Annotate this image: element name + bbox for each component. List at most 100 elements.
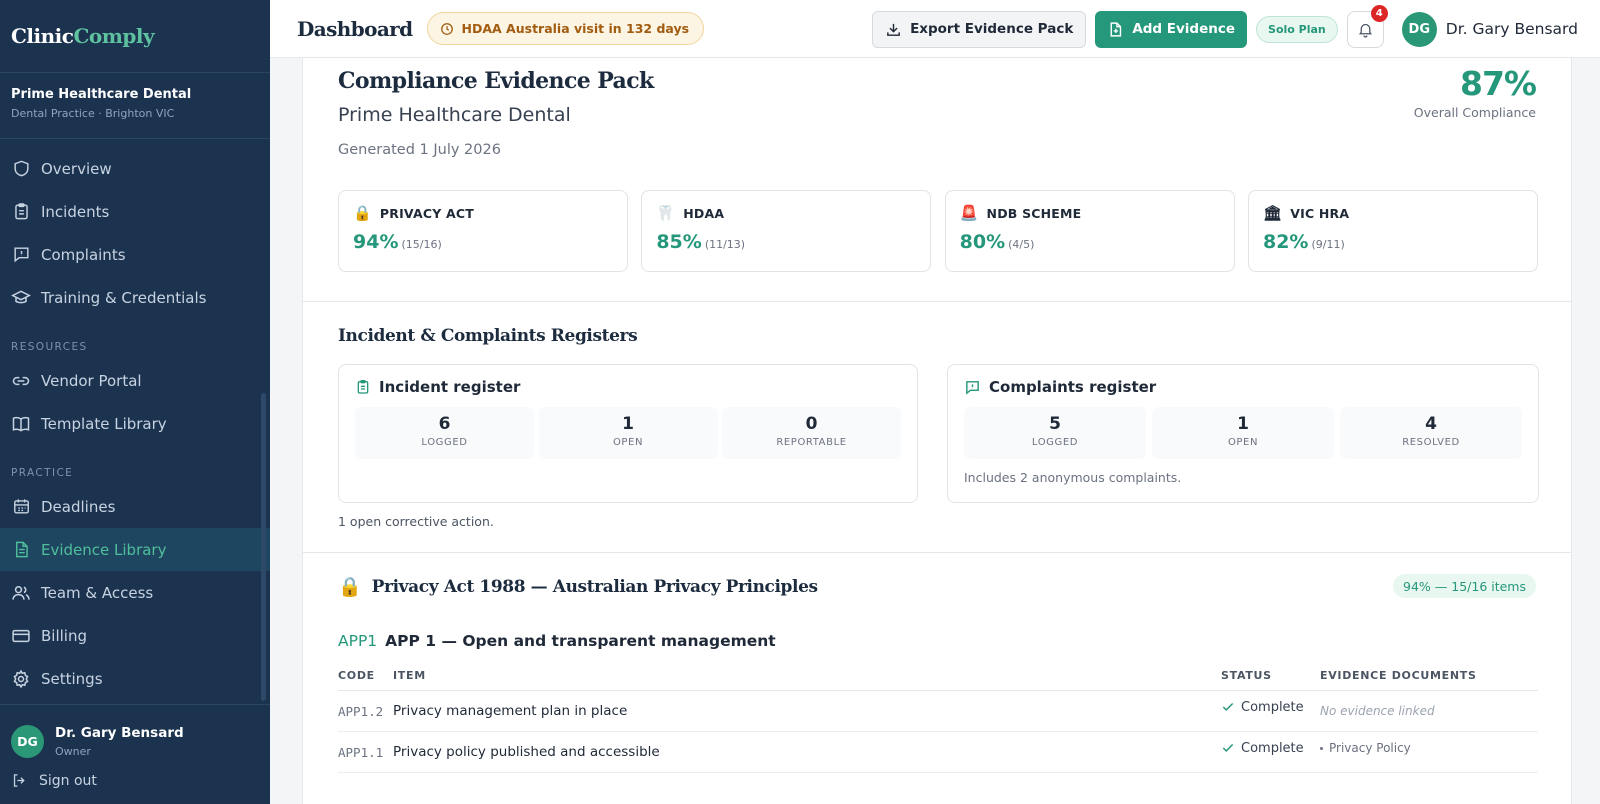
brand-part-1: Clinic (11, 24, 74, 48)
stat-label: OPEN (1227, 437, 1259, 448)
framework-card-hdaa[interactable]: 🦷 HDAA 85% (11/13) (641, 190, 932, 272)
clock-icon (440, 22, 454, 36)
row-evidence-documents: Privacy Policy (1320, 741, 1538, 755)
visit-countdown-badge[interactable]: HDAA Australia visit in 132 days (426, 12, 705, 45)
export-label: Export Evidence Pack (910, 21, 1074, 37)
stat-open: 1 OPEN (538, 407, 718, 459)
page-title: Dashboard (297, 16, 413, 41)
evidence-document-link[interactable]: Privacy Policy (1329, 741, 1411, 755)
plan-badge[interactable]: Solo Plan (1256, 15, 1338, 43)
calendar-icon (11, 497, 31, 517)
graduation-cap-icon (11, 288, 31, 308)
sidebar-scrollbar[interactable] (261, 393, 266, 701)
sidebar-item-label: Deadlines (41, 497, 116, 516)
sidebar-item-evidence-library[interactable]: Evidence Library (0, 528, 270, 571)
framework-name: VIC HRA (1290, 205, 1350, 221)
stat-value: 6 (438, 414, 451, 434)
sidebar-item-label: Incidents (41, 202, 110, 221)
app-group-heading: APP1 APP 1 — Open and transparent manage… (338, 632, 776, 650)
stat-logged: 5 LOGGED (964, 407, 1146, 459)
table-row[interactable]: APP1.2 Privacy management plan in place … (338, 691, 1538, 732)
tooth-icon: 🦷 (656, 204, 676, 222)
stat-label: RESOLVED (1402, 437, 1460, 448)
lock-icon: 🔒 (338, 576, 362, 598)
top-user-menu[interactable]: DG Dr. Gary Bensard (1401, 11, 1578, 47)
sidebar-item-training[interactable]: Training & Credentials (0, 276, 270, 319)
brand-part-2: Comply (73, 24, 155, 48)
sidebar-item-settings[interactable]: Settings (0, 657, 270, 700)
bell-icon (1357, 21, 1374, 38)
column-header-evidence: EVIDENCE DOCUMENTS (1320, 669, 1477, 682)
stat-value: 0 (805, 414, 818, 434)
avatar: DG (1401, 11, 1437, 47)
sidebar-item-team-access[interactable]: Team & Access (0, 571, 270, 614)
sidebar-item-incidents[interactable]: Incidents (0, 190, 270, 233)
user-name: Dr. Gary Bensard (55, 725, 184, 741)
sidebar-item-label: Complaints (41, 245, 126, 264)
sidebar-item-label: Billing (41, 626, 87, 645)
stat-resolved: 4 RESOLVED (1340, 407, 1522, 459)
practice-switcher[interactable]: Prime Healthcare Dental Dental Practice … (0, 73, 270, 139)
complaints-register-title: Complaints register (989, 378, 1157, 396)
stat-value: 1 (1237, 414, 1249, 434)
sidebar-item-label: Evidence Library (41, 540, 167, 559)
sidebar-item-billing[interactable]: Billing (0, 614, 270, 657)
privacy-score-badge: 94% — 15/16 items (1393, 574, 1536, 598)
brand-logo[interactable]: ClinicComply (0, 0, 270, 73)
sidebar-item-template-library[interactable]: Template Library (0, 402, 270, 445)
stat-label: LOGGED (1031, 437, 1079, 448)
corrective-action-note: 1 open corrective action. (338, 514, 494, 529)
incident-register-title: Incident register (379, 378, 521, 396)
privacy-act-section: 🔒 Privacy Act 1988 — Australian Privacy … (303, 553, 1571, 804)
stat-label: OPEN (612, 437, 644, 448)
overall-compliance: 87% Overall Compliance (1414, 64, 1537, 120)
framework-name: HDAA (683, 205, 725, 221)
registers-section: Incident & Complaints Registers Incident… (303, 302, 1571, 553)
user-profile[interactable]: DG Dr. Gary Bensard Owner (0, 705, 270, 758)
sidebar-user: DG Dr. Gary Bensard Owner Sign out (0, 704, 270, 804)
sidebar-item-label: Settings (41, 669, 103, 688)
sidebar-item-complaints[interactable]: Complaints (0, 233, 270, 276)
privacy-section-title: Privacy Act 1988 — Australian Privacy Pr… (371, 576, 818, 597)
row-status: Complete (1221, 700, 1320, 715)
lock-icon: 🔒 (353, 204, 372, 222)
sign-out-button[interactable]: Sign out (0, 758, 270, 789)
framework-fraction: (9/11) (1311, 238, 1345, 251)
framework-fraction: (4/5) (1008, 238, 1035, 251)
download-icon (885, 21, 902, 38)
framework-card-privacy-act[interactable]: 🔒 PRIVACY ACT 94% (15/16) (338, 190, 628, 272)
sidebar-item-deadlines[interactable]: Deadlines (0, 485, 270, 528)
clipboard-icon (355, 379, 371, 395)
notifications-button[interactable]: 4 (1346, 4, 1388, 48)
framework-card-vic-hra[interactable]: 🏛 VIC HRA 82% (9/11) (1247, 190, 1538, 272)
framework-percent: 80% (959, 231, 1006, 253)
table-row[interactable]: APP1.1 Privacy policy published and acce… (338, 732, 1538, 773)
top-user-name: Dr. Gary Bensard (1445, 20, 1578, 38)
sidebar-item-vendor-portal[interactable]: Vendor Portal (0, 359, 270, 402)
add-evidence-button[interactable]: Add Evidence (1095, 10, 1248, 48)
export-evidence-pack-button[interactable]: Export Evidence Pack (872, 10, 1087, 48)
pack-title: Compliance Evidence Pack (338, 68, 654, 94)
stat-logged: 6 LOGGED (355, 407, 534, 459)
framework-card-ndb-scheme[interactable]: 🚨 NDB SCHEME 80% (4/5) (944, 190, 1235, 272)
sidebar-item-label: Template Library (41, 414, 167, 433)
sidebar-item-overview[interactable]: Overview (0, 147, 270, 190)
row-code: APP1.1 (338, 744, 384, 760)
sign-out-label: Sign out (39, 772, 97, 789)
framework-percent: 82% (1262, 231, 1309, 253)
app-group-code: APP1 (338, 632, 378, 650)
link-icon (11, 371, 31, 391)
file-text-icon (11, 540, 31, 560)
topbar: Dashboard HDAA Australia visit in 132 da… (270, 0, 1600, 58)
stat-reportable: 0 REPORTABLE (722, 407, 901, 459)
sidebar: ClinicComply Prime Healthcare Dental Den… (0, 0, 270, 804)
row-item: Privacy management plan in place (393, 703, 628, 719)
table-header: CODE ITEM STATUS EVIDENCE DOCUMENTS (338, 661, 1538, 691)
complaints-register-card[interactable]: Complaints register 5 LOGGED 1 OPEN 4 RESOL… (947, 364, 1539, 503)
evidence-pack-header: Compliance Evidence Pack Prime Healthcar… (303, 58, 1571, 302)
stat-value: 1 (622, 414, 634, 434)
pack-generated-date: Generated 1 July 2026 (338, 142, 501, 158)
pack-subtitle: Prime Healthcare Dental (338, 104, 571, 126)
incident-register-card[interactable]: Incident register 6 LOGGED 1 OPEN 0 REPORTA… (338, 364, 918, 503)
stat-label: LOGGED (421, 437, 468, 448)
